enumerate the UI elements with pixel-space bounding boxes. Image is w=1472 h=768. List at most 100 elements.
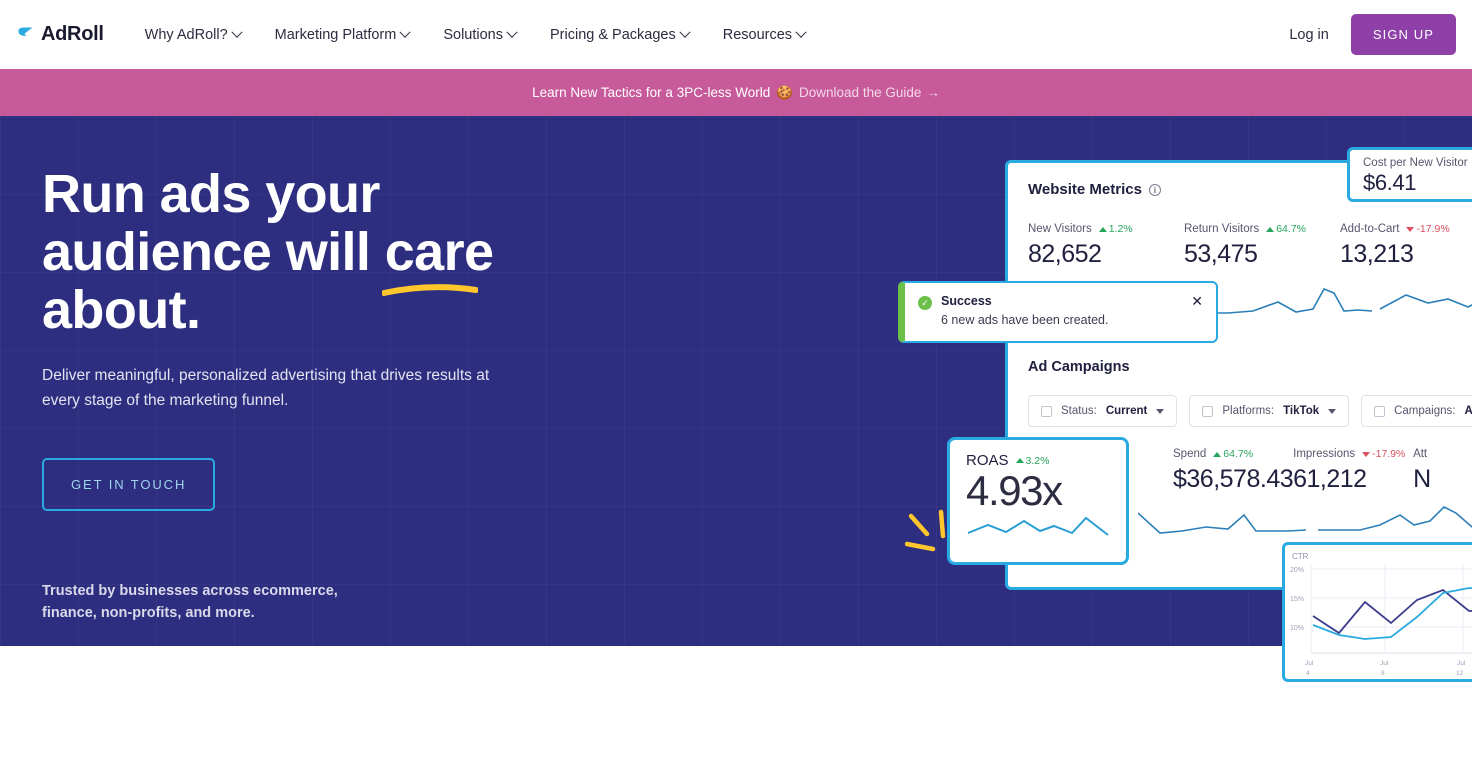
- nav-item-label: Why AdRoll?: [145, 27, 228, 43]
- filter-label: Status:: [1061, 405, 1097, 417]
- promo-banner[interactable]: Learn New Tactics for a 3PC-less World 🍪…: [0, 69, 1472, 116]
- toast-body: Success 6 new ads have been created.: [941, 294, 1108, 327]
- triangle-up-icon: [1099, 227, 1107, 232]
- success-toast: ✓ Success 6 new ads have been created. ✕: [898, 281, 1218, 343]
- metric-impressions: Impressions -17.9% 61,212: [1293, 448, 1413, 494]
- ad-campaigns-title: Ad Campaigns: [1028, 359, 1130, 375]
- get-in-touch-button[interactable]: GET IN TOUCH: [42, 458, 215, 511]
- filter-label: Campaigns:: [1394, 405, 1455, 417]
- ctr-chart-card: CTR 20% 15% 10% Jul 4 Jul 8 Jul 12: [1282, 542, 1472, 682]
- nav-item-pricing-packages[interactable]: Pricing & Packages: [533, 27, 706, 43]
- metric-label: Att: [1413, 448, 1427, 460]
- headline-highlight-wrap: care: [385, 224, 494, 282]
- cost-card-value: $6.41: [1363, 170, 1472, 196]
- cookie-icon: 🍪: [776, 85, 793, 101]
- toast-message: 6 new ads have been created.: [941, 313, 1108, 327]
- metric-delta: -17.9%: [1406, 223, 1449, 235]
- metric-label: Spend: [1173, 448, 1206, 460]
- info-icon[interactable]: i: [1149, 184, 1161, 196]
- chevron-down-icon: [679, 26, 690, 37]
- checkbox-icon[interactable]: [1041, 406, 1052, 417]
- checkbox-icon[interactable]: [1202, 406, 1213, 417]
- metric-header: Return Visitors 64.7%: [1184, 223, 1340, 235]
- campaign-metrics-row: Spend 64.7% $36,578.43 Impressions -17.9…: [1173, 448, 1472, 494]
- nav-item-why-adroll[interactable]: Why AdRoll?: [128, 27, 258, 43]
- metric-attribution: Att N: [1413, 448, 1472, 494]
- metric-label: Return Visitors: [1184, 223, 1259, 235]
- page-title: Run ads your audience will care about.: [42, 166, 602, 339]
- filter-status[interactable]: Status: Current: [1028, 395, 1177, 427]
- nav-item-solutions[interactable]: Solutions: [426, 27, 533, 43]
- metric-delta: 64.7%: [1213, 448, 1253, 460]
- hero-content: Run ads your audience will care about. D…: [42, 166, 602, 646]
- chevron-down-icon: [506, 26, 517, 37]
- nav-item-resources[interactable]: Resources: [706, 27, 822, 43]
- adroll-logo[interactable]: AdRoll: [16, 23, 104, 46]
- metric-value: 53,475: [1184, 240, 1340, 269]
- campaign-filters: Status: Current Platforms: TikTok Campai…: [1028, 395, 1472, 427]
- x-tick-jul12: Jul: [1457, 660, 1466, 667]
- metric-value: $36,578.43: [1173, 465, 1293, 494]
- filter-campaigns[interactable]: Campaigns: All: [1361, 395, 1472, 427]
- metric-header: Att: [1413, 448, 1472, 460]
- adroll-swoosh-icon: [16, 25, 36, 45]
- adroll-logo-text: AdRoll: [41, 23, 104, 46]
- website-metrics-row: New Visitors 1.2% 82,652 Return Visitors…: [1028, 223, 1472, 269]
- promo-banner-link-label: Download the Guide: [799, 85, 921, 100]
- chevron-down-icon[interactable]: [1328, 409, 1336, 414]
- promo-banner-link[interactable]: Download the Guide →: [799, 85, 940, 100]
- triangle-up-icon: [1213, 452, 1221, 457]
- close-icon[interactable]: ✕: [1191, 294, 1203, 308]
- metric-value: N: [1413, 465, 1472, 494]
- y-tick-20: 20%: [1290, 567, 1304, 574]
- metric-delta: 1.2%: [1099, 223, 1133, 235]
- roas-value: 4.93x: [966, 467, 1110, 515]
- nav-item-label: Pricing & Packages: [550, 27, 676, 43]
- metric-delta-value: 1.2%: [1109, 223, 1133, 235]
- metric-label: Impressions: [1293, 448, 1355, 460]
- metric-delta-value: 64.7%: [1276, 223, 1306, 235]
- filter-platforms[interactable]: Platforms: TikTok: [1189, 395, 1349, 427]
- metric-label: Add-to-Cart: [1340, 223, 1399, 235]
- top-navigation-bar: AdRoll Why AdRoll? Marketing Platform So…: [0, 0, 1472, 69]
- metric-delta-value: -17.9%: [1372, 448, 1405, 460]
- filter-label: Platforms:: [1222, 405, 1274, 417]
- triangle-down-icon: [1362, 452, 1370, 457]
- hero-subheading: Deliver meaningful, personalized adverti…: [42, 363, 522, 413]
- x-tick-jul12-day: 12: [1456, 670, 1464, 677]
- headline-part1: Run ads your audience will: [42, 164, 385, 282]
- metric-new-visitors: New Visitors 1.2% 82,652: [1028, 223, 1184, 269]
- filter-value: Current: [1106, 405, 1148, 417]
- arrow-right-icon: →: [926, 85, 940, 100]
- metric-header: Spend 64.7%: [1173, 448, 1293, 460]
- ctr-line-chart: CTR 20% 15% 10% Jul 4 Jul 8 Jul 12: [1285, 545, 1472, 679]
- x-tick-jul8: Jul: [1380, 660, 1389, 667]
- nav-item-marketing-platform[interactable]: Marketing Platform: [258, 27, 427, 43]
- metric-value: 61,212: [1293, 465, 1413, 494]
- triangle-down-icon: [1406, 227, 1414, 232]
- roas-sparkline: [966, 515, 1116, 541]
- trusted-line-1: Trusted by businesses across ecommerce,: [42, 580, 602, 602]
- chevron-down-icon[interactable]: [1156, 409, 1164, 414]
- headline-highlight: care: [385, 222, 494, 282]
- promo-banner-text: Learn New Tactics for a 3PC-less World: [532, 85, 770, 100]
- metric-delta-value: 64.7%: [1223, 448, 1253, 460]
- roas-delta: 3.2%: [1016, 455, 1050, 467]
- roas-delta-value: 3.2%: [1026, 455, 1050, 467]
- metric-return-visitors: Return Visitors 64.7% 53,475: [1184, 223, 1340, 269]
- metric-delta: 64.7%: [1266, 223, 1306, 235]
- checkbox-icon[interactable]: [1374, 406, 1385, 417]
- triangle-up-icon: [1016, 458, 1024, 463]
- dashboard-title: Website Metrics i: [1028, 181, 1161, 198]
- chart-title: CTR: [1292, 552, 1309, 561]
- metric-label: New Visitors: [1028, 223, 1092, 235]
- toast-title: Success: [941, 294, 1108, 308]
- headline-underline-icon: [382, 282, 478, 296]
- login-link[interactable]: Log in: [1267, 27, 1351, 43]
- signup-button[interactable]: SIGN UP: [1351, 14, 1456, 55]
- headline-part2: about.: [42, 280, 200, 340]
- chevron-down-icon: [795, 26, 806, 37]
- cost-per-new-visitor-card: Cost per New Visitor $6.41: [1347, 147, 1472, 202]
- nav-item-label: Marketing Platform: [275, 27, 397, 43]
- filter-value: TikTok: [1283, 405, 1319, 417]
